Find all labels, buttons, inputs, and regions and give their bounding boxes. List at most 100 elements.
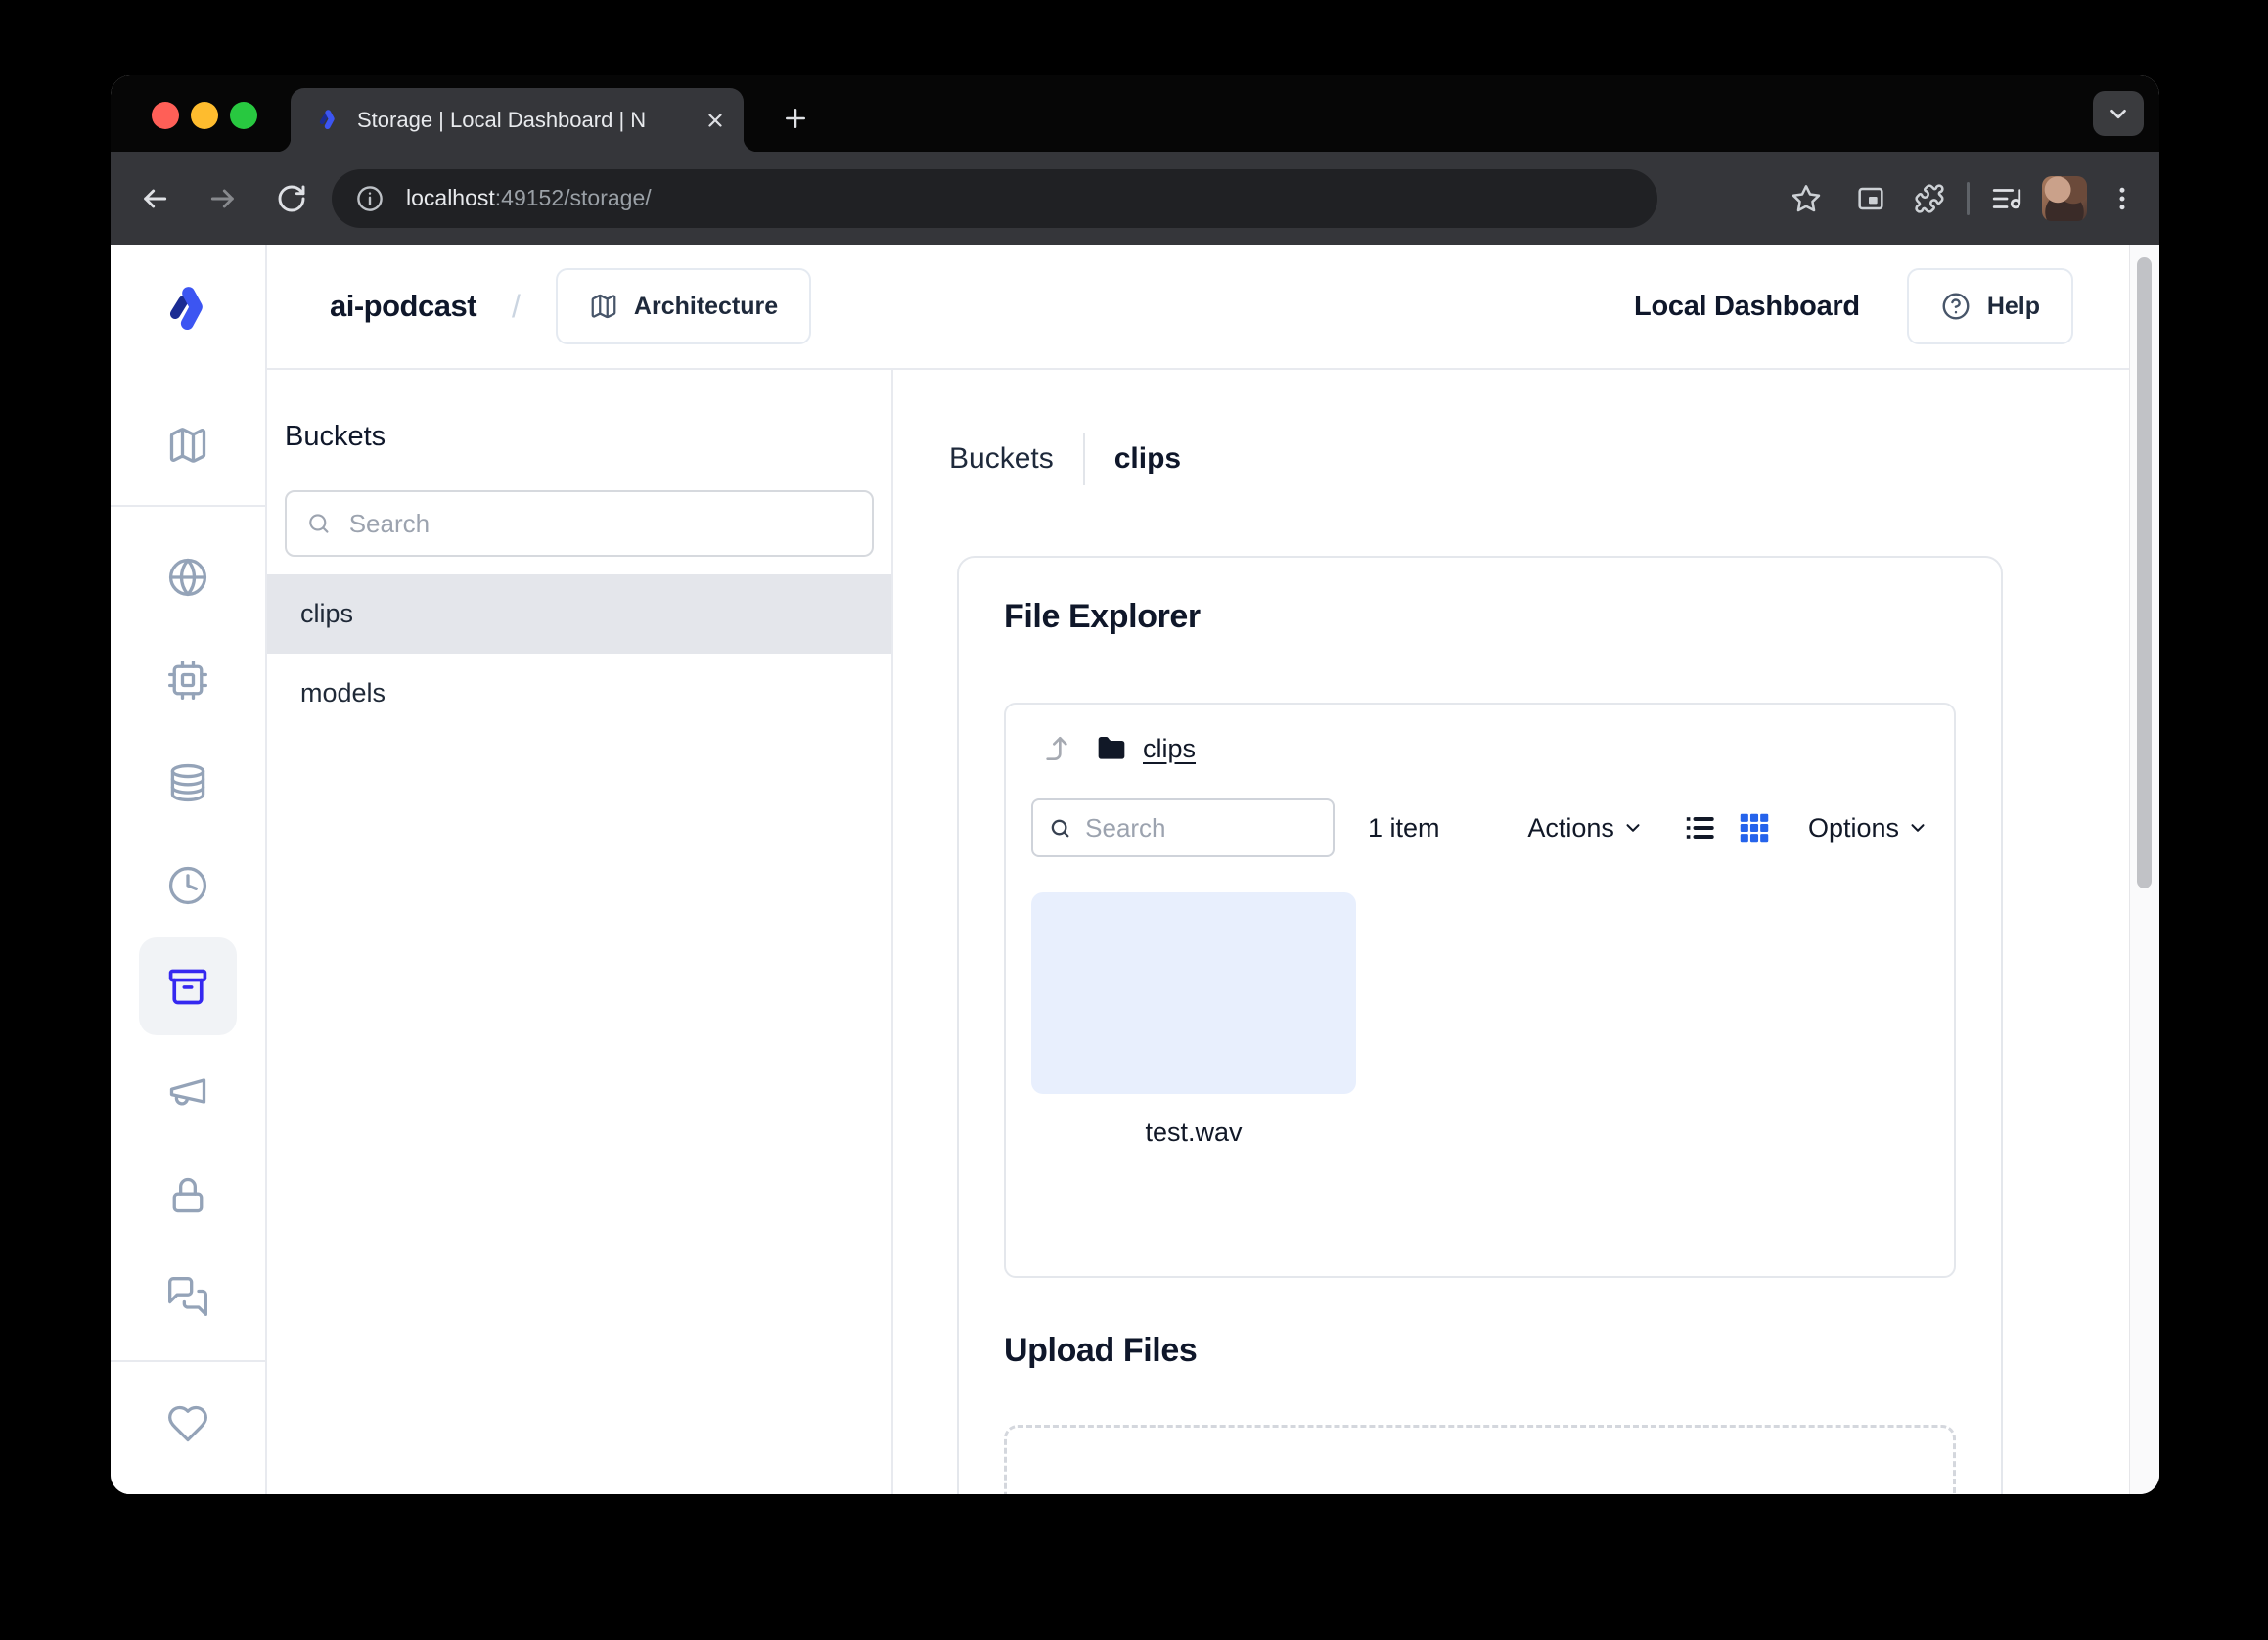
sidebar-item-architecture[interactable] [166,424,209,467]
media-controls-button[interactable] [1989,181,2024,216]
map-icon [589,292,618,321]
buckets-search[interactable] [285,490,874,557]
three-dot-menu-icon [2108,184,2137,213]
sidebar [111,245,267,1494]
upload-dropzone[interactable] [1004,1425,1956,1494]
browser-window: Storage | Local Dashboard | N [111,75,2159,1494]
file-tile[interactable]: test.wav [1031,892,1356,1148]
browser-menu-button[interactable] [2105,181,2140,216]
toolbar-separator [1967,182,1970,215]
file-explorer-title: File Explorer [1004,595,1956,638]
tab-title: Storage | Local Dashboard | N [357,88,695,152]
puzzle-icon [1914,183,1945,214]
sidebar-divider [111,505,265,507]
chevron-down-icon [1622,817,1644,839]
zoom-window-button[interactable] [230,102,257,129]
nitric-logo[interactable] [158,280,218,341]
close-window-button[interactable] [152,102,179,129]
url-path: :49152/storage/ [495,185,652,210]
star-icon [1791,183,1822,214]
address-bar[interactable]: localhost:49152/storage/ [332,169,1657,228]
minimize-window-button[interactable] [191,102,218,129]
browser-profile-avatar[interactable] [2042,176,2087,221]
help-circle-icon [1940,291,1972,322]
sidebar-item-schedules[interactable] [166,864,209,907]
sidebar-item-websockets[interactable] [166,1275,209,1318]
side-panel-button[interactable] [1853,181,1888,216]
cpu-chip-icon [166,659,209,702]
upload-files-title: Upload Files [1004,1329,1956,1372]
bookmark-star-button[interactable] [1789,181,1824,216]
dashboard-app: ai-podcast / Architecture Local Dashboar… [111,245,2159,1494]
file-name: test.wav [1031,1117,1356,1148]
bucket-list-item-clips[interactable]: clips [267,574,891,654]
buckets-search-input[interactable] [347,508,852,540]
architecture-button[interactable]: Architecture [556,268,811,344]
main-region: ai-podcast / Architecture Local Dashboar… [267,245,2159,1494]
options-dropdown-label: Options [1808,813,1899,843]
search-icon [306,510,332,537]
extensions-button[interactable] [1912,181,1947,216]
bucket-list: clips models [267,574,891,733]
sidebar-divider [111,1360,265,1362]
archive-bucket-icon [166,965,209,1008]
tab-close-icon[interactable] [704,110,726,131]
file-browser-actions: Actions [1527,809,1928,846]
file-explorer-card: File Explorer [957,556,2003,1494]
bucket-label: clips [300,599,353,629]
grid-view-icon [1737,810,1772,845]
sidebar-item-secrets[interactable] [166,1174,209,1217]
corner-right-up-icon [1041,733,1072,764]
browser-toolbar: localhost:49152/storage/ [111,152,2159,245]
bucket-list-item-models[interactable]: models [267,654,891,733]
current-folder-link[interactable]: clips [1143,734,1196,764]
sidebar-item-apis[interactable] [166,556,209,599]
options-dropdown[interactable]: Options [1808,813,1928,843]
url-host: localhost [406,185,495,210]
clock-icon [166,864,209,907]
megaphone-icon [166,1070,209,1113]
back-button[interactable] [138,182,171,215]
actions-dropdown[interactable]: Actions [1527,813,1644,843]
folder-icon [1096,733,1127,764]
arrow-left-icon [139,183,170,214]
heart-icon [166,1402,209,1445]
breadcrumb-parent[interactable]: Buckets [949,442,1054,476]
new-tab-button[interactable] [772,95,819,142]
sidebar-item-feedback[interactable] [166,1402,209,1445]
breadcrumb-divider [1083,433,1085,485]
arrow-right-icon [207,183,239,214]
header-separator: / [512,289,521,325]
list-view-button[interactable] [1681,809,1718,846]
sidebar-item-databases[interactable] [166,761,209,804]
nitric-logo-favicon [314,107,341,134]
url-text: localhost:49152/storage/ [406,185,652,211]
reload-icon [276,183,307,214]
file-thumbnail [1031,892,1356,1094]
page-scrollbar[interactable] [2129,245,2159,1494]
file-search-input[interactable] [1083,812,1317,844]
chevron-down-icon [2106,101,2131,126]
file-search[interactable] [1031,798,1335,857]
sidebar-item-services[interactable] [166,659,209,702]
architecture-button-label: Architecture [634,293,778,321]
scrollbar-thumb[interactable] [2137,257,2152,888]
grid-view-button[interactable] [1736,809,1773,846]
up-level-button[interactable] [1041,733,1072,764]
help-button[interactable]: Help [1907,268,2073,344]
reload-button[interactable] [275,182,308,215]
lock-icon [166,1174,209,1217]
picture-in-picture-icon [1855,183,1886,214]
sidebar-item-topics[interactable] [166,1070,209,1113]
forward-button[interactable] [206,182,240,215]
tab-search-button[interactable] [2093,91,2144,136]
file-browser-path-row: clips [1031,726,1928,771]
browser-tab[interactable]: Storage | Local Dashboard | N [291,88,744,152]
content-row: Buckets clips models [267,370,2159,1494]
help-button-label: Help [1987,293,2040,321]
plus-icon [781,104,810,133]
tab-strip: Storage | Local Dashboard | N [111,75,2159,152]
storage-main-panel: Buckets clips File Explorer [893,370,2159,1494]
site-info-icon[interactable] [355,184,385,213]
database-icon [166,761,209,804]
